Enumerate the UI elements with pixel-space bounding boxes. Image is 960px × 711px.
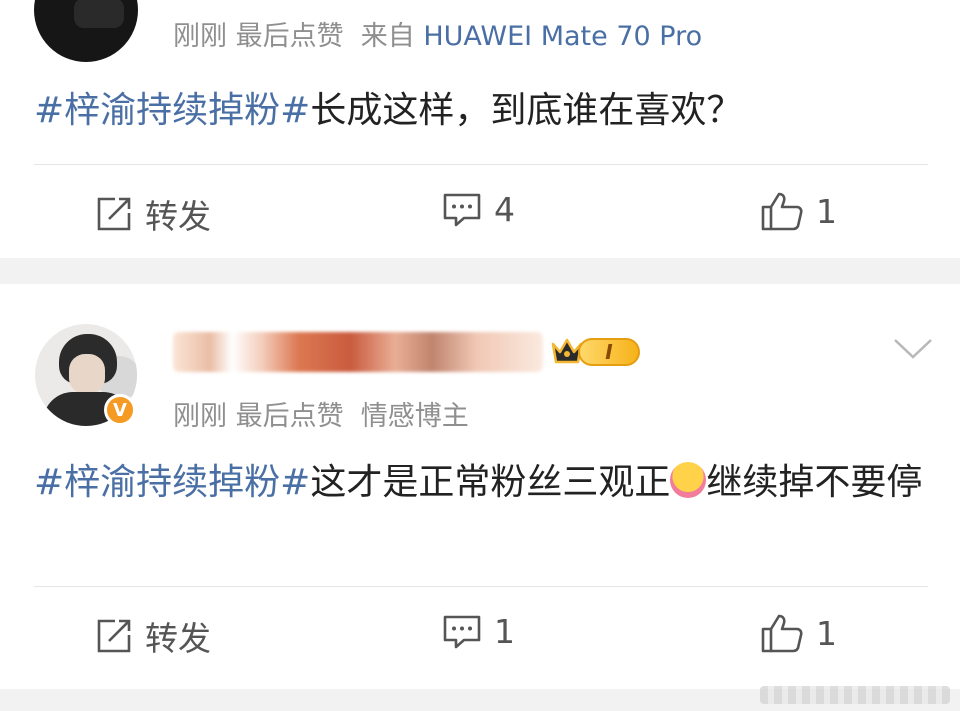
- post-last-like: 最后点赞: [235, 21, 344, 52]
- divider: [34, 586, 928, 587]
- post-body: 长成这样，到底谁在喜欢？: [310, 90, 743, 131]
- like-button[interactable]: 1: [760, 612, 837, 654]
- like-button[interactable]: 1: [760, 190, 837, 232]
- like-count: 1: [816, 191, 837, 231]
- post-card-2: V I 刚刚 最后点赞 情感博主 #梓渝持续掉粉#这才是正常粉丝三观正 继续掉不要…: [0, 284, 960, 689]
- post-device[interactable]: HUAWEI Mate 70 Pro: [423, 21, 702, 52]
- comment-icon: [443, 615, 481, 648]
- comment-count: 4: [494, 190, 515, 229]
- post-card-1: 刚刚 最后点赞 来自 HUAWEI Mate 70 Pro #梓渝持续掉粉#长成…: [0, 0, 960, 258]
- repost-button[interactable]: 转发: [95, 190, 211, 238]
- post-body: 这才是正常粉丝三观正: [310, 462, 671, 503]
- verified-icon: V: [104, 394, 136, 426]
- repost-icon: [97, 197, 131, 231]
- post-meta: 刚刚 最后点赞 来自 HUAWEI Mate 70 Pro: [173, 14, 702, 53]
- post-from-label: 来自: [360, 21, 415, 52]
- rank-badge: I: [578, 338, 640, 366]
- hug-emoji-icon: [670, 462, 707, 498]
- comment-count: 1: [494, 612, 515, 651]
- comment-button[interactable]: 1: [442, 612, 515, 651]
- post-time: 刚刚: [173, 401, 227, 432]
- post-time: 刚刚: [173, 21, 227, 52]
- comment-icon: [443, 193, 481, 226]
- username-blurred[interactable]: [173, 332, 543, 372]
- post-text: #梓渝持续掉粉#这才是正常粉丝三观正 继续掉不要停: [34, 456, 934, 510]
- repost-label: 转发: [145, 619, 211, 658]
- like-icon: [761, 192, 803, 231]
- card-separator: [0, 258, 960, 284]
- post-text: #梓渝持续掉粉#长成这样，到底谁在喜欢？: [34, 84, 934, 138]
- hashtag-link[interactable]: #梓渝持续掉粉#: [34, 462, 310, 503]
- post-meta: 刚刚 最后点赞 情感博主: [173, 394, 469, 433]
- post-body-cont: 继续掉不要停: [706, 462, 923, 503]
- post-last-like: 最后点赞: [235, 401, 344, 432]
- comment-button[interactable]: 4: [442, 190, 515, 229]
- like-count: 1: [816, 613, 837, 653]
- avatar[interactable]: [34, 0, 138, 62]
- repost-button[interactable]: 转发: [95, 612, 211, 660]
- hashtag-link[interactable]: #梓渝持续掉粉#: [34, 90, 310, 131]
- divider: [34, 164, 928, 165]
- chevron-down-icon[interactable]: [892, 336, 934, 362]
- repost-label: 转发: [145, 197, 211, 236]
- repost-icon: [97, 619, 131, 653]
- like-icon: [761, 614, 803, 653]
- user-role: 情感博主: [360, 401, 469, 432]
- watermark: [760, 686, 950, 704]
